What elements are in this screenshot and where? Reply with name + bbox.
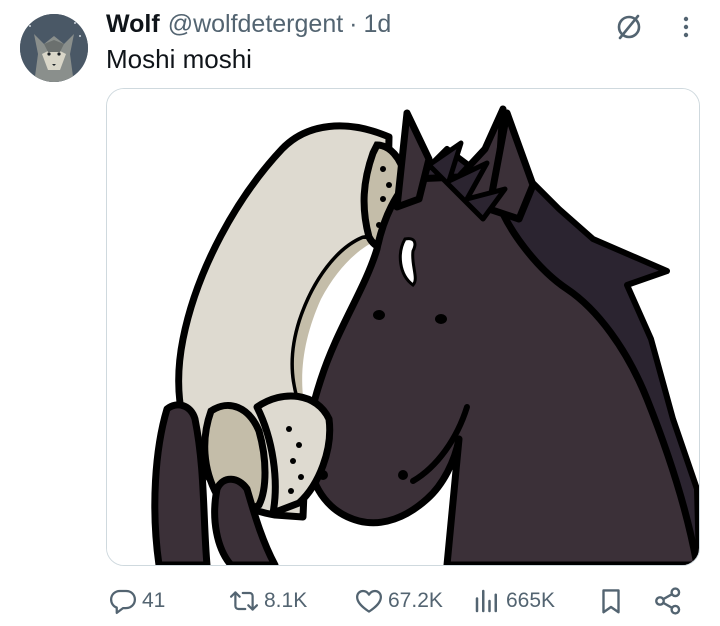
author-handle[interactable]: @wolfdetergent bbox=[168, 10, 343, 39]
tweet[interactable]: Wolf @wolfdetergent · 1d Moshi moshi 41 … bbox=[0, 0, 720, 626]
tweet-media[interactable] bbox=[106, 88, 700, 566]
views-icon bbox=[475, 589, 497, 613]
reply-button[interactable]: 41 bbox=[108, 584, 165, 618]
share-icon bbox=[655, 587, 681, 615]
heart-icon bbox=[356, 589, 382, 613]
views-count: 665K bbox=[506, 589, 556, 612]
author-name[interactable]: Wolf bbox=[106, 10, 160, 39]
like-button[interactable]: 67.2K bbox=[354, 584, 443, 618]
views-button[interactable]: 665K bbox=[472, 584, 555, 618]
like-count: 67.2K bbox=[388, 589, 443, 612]
more-dots-icon bbox=[683, 16, 689, 38]
grok-icon bbox=[617, 14, 641, 40]
reply-icon bbox=[110, 589, 136, 614]
repost-count: 8.1K bbox=[264, 589, 308, 612]
horse-phone-image bbox=[107, 89, 699, 565]
wolf-avatar-icon bbox=[20, 14, 88, 82]
bookmark-button[interactable] bbox=[596, 584, 626, 618]
bookmark-icon bbox=[602, 589, 620, 614]
tweet-header: Wolf @wolfdetergent · 1d bbox=[106, 8, 391, 40]
reply-count: 41 bbox=[142, 589, 166, 612]
repost-button[interactable]: 8.1K bbox=[228, 584, 307, 618]
more-button[interactable] bbox=[672, 10, 700, 44]
share-button[interactable] bbox=[652, 584, 684, 618]
action-bar: 41 8.1K 67.2K 665K bbox=[106, 584, 698, 618]
avatar[interactable] bbox=[20, 14, 88, 82]
tweet-text: Moshi moshi bbox=[106, 44, 252, 74]
grok-button[interactable] bbox=[612, 10, 646, 44]
separator: · bbox=[349, 9, 358, 38]
repost-icon bbox=[229, 591, 259, 611]
timestamp[interactable]: 1d bbox=[364, 10, 392, 39]
